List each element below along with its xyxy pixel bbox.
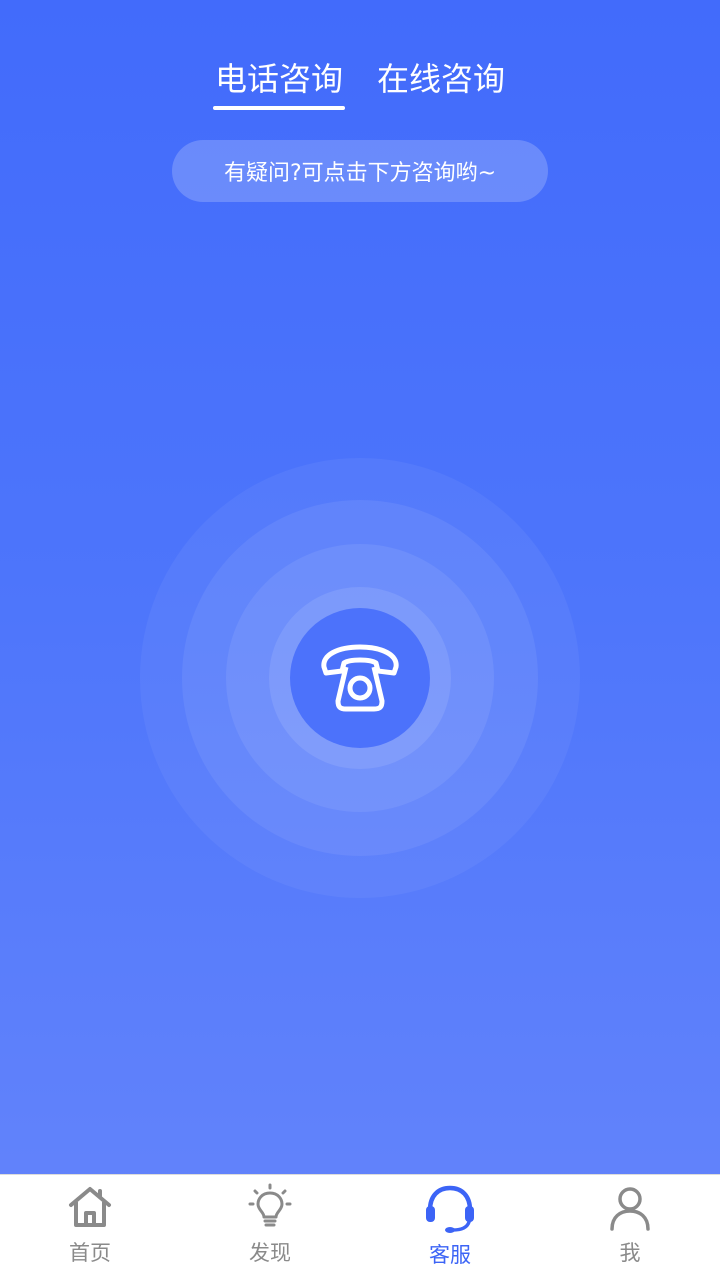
lightbulb-icon bbox=[248, 1183, 292, 1227]
call-button[interactable] bbox=[290, 608, 430, 748]
tab-phone-consult[interactable]: 电话咨询 bbox=[212, 54, 346, 110]
tabbar-item-discover[interactable]: 发现 bbox=[180, 1175, 360, 1280]
tab-online-consult[interactable]: 在线咨询 bbox=[375, 54, 507, 110]
headset-icon bbox=[426, 1185, 474, 1233]
hint-banner: 有疑问?可点击下方咨询哟~ bbox=[172, 140, 548, 202]
tabbar-item-service[interactable]: 客服 bbox=[360, 1175, 540, 1280]
tabbar-label-home: 首页 bbox=[69, 1241, 111, 1265]
hint-text: 有疑问?可点击下方咨询哟~ bbox=[223, 161, 497, 186]
tabbar-item-me[interactable]: 我 bbox=[540, 1175, 720, 1280]
tabbar-label-me: 我 bbox=[619, 1241, 641, 1265]
tabbar-label-service: 客服 bbox=[429, 1243, 471, 1267]
consult-tabs: 电话咨询 在线咨询 bbox=[0, 54, 720, 110]
customer-service-screen: 电话咨询 在线咨询 有疑问?可点击下方咨询哟~ 首页 发现 客服 我 bbox=[0, 0, 720, 1280]
telephone-icon bbox=[321, 644, 399, 712]
bottom-tabbar: 首页 发现 客服 我 bbox=[0, 1174, 720, 1280]
tabbar-label-discover: 发现 bbox=[249, 1241, 291, 1265]
tabbar-item-home[interactable]: 首页 bbox=[0, 1175, 180, 1280]
home-icon bbox=[69, 1187, 111, 1227]
user-icon bbox=[610, 1187, 650, 1231]
